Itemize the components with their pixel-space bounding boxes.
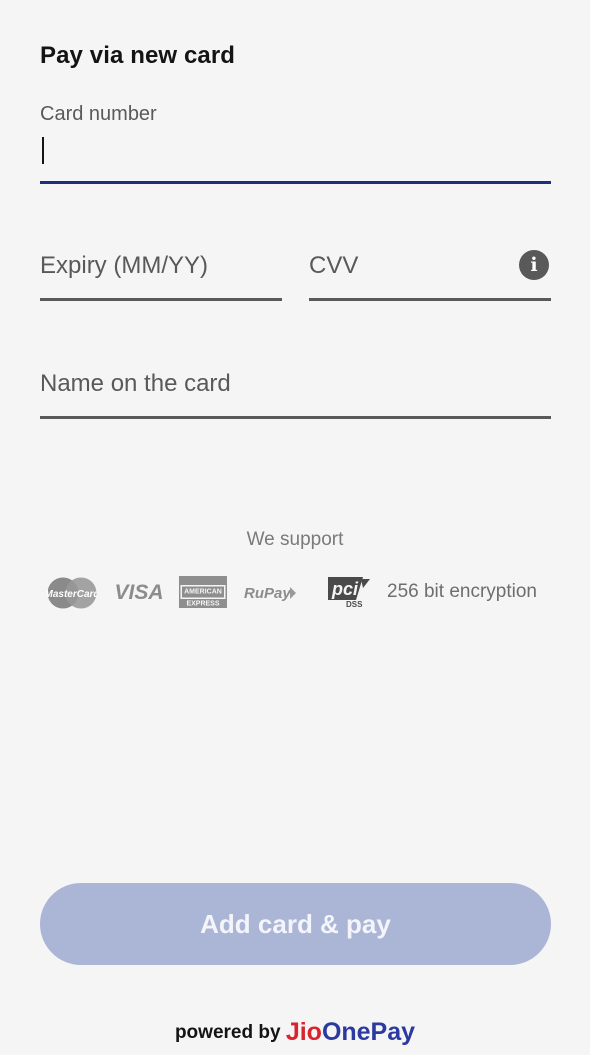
jioonepay-logo: JioOnePay — [286, 1018, 415, 1046]
visa-logo: VISA — [114, 581, 163, 604]
card-number-label: Card number — [40, 103, 157, 125]
svg-text:EXPRESS: EXPRESS — [186, 601, 219, 608]
pci-dss-logo: pci DSS — [328, 577, 370, 609]
page-title: Pay via new card — [40, 42, 236, 69]
svg-text:pci: pci — [331, 579, 359, 599]
powered-by-footer: powered by JioOnePay — [0, 1018, 590, 1047]
brand-jio: Jio — [285, 1018, 322, 1046]
cvv-underline — [309, 298, 551, 301]
encryption-label: 256 bit encryption — [387, 581, 537, 602]
svg-text:MasterCard: MasterCard — [47, 589, 97, 600]
expiry-placeholder: Expiry (MM/YY) — [40, 252, 208, 279]
amex-logo: AMERICAN EXPRESS — [179, 576, 227, 608]
text-cursor — [42, 137, 44, 164]
rupay-logo: RuPay — [244, 585, 296, 602]
expiry-underline — [40, 298, 282, 301]
svg-text:DSS: DSS — [346, 600, 363, 609]
expiry-field[interactable]: Expiry (MM/YY) — [40, 248, 282, 301]
card-number-underline — [40, 181, 551, 184]
card-number-field[interactable]: Card number — [40, 103, 551, 184]
name-underline — [40, 416, 551, 419]
name-on-card-field[interactable]: Name on the card — [40, 366, 551, 419]
svg-text:VISA: VISA — [114, 581, 163, 604]
cvv-placeholder: CVV — [309, 252, 359, 279]
svg-text:RuPay: RuPay — [244, 585, 291, 602]
we-support-label: We support — [246, 529, 344, 550]
name-placeholder: Name on the card — [40, 370, 231, 397]
mastercard-logo: MasterCard — [47, 577, 97, 609]
info-icon[interactable]: i — [519, 250, 549, 280]
add-card-pay-button[interactable]: Add card & pay — [40, 883, 551, 965]
powered-by-text: powered by — [174, 1022, 281, 1043]
cvv-field[interactable]: CVV i — [309, 248, 551, 301]
brand-onepay: OnePay — [321, 1018, 416, 1046]
svg-text:AMERICAN: AMERICAN — [184, 589, 222, 596]
